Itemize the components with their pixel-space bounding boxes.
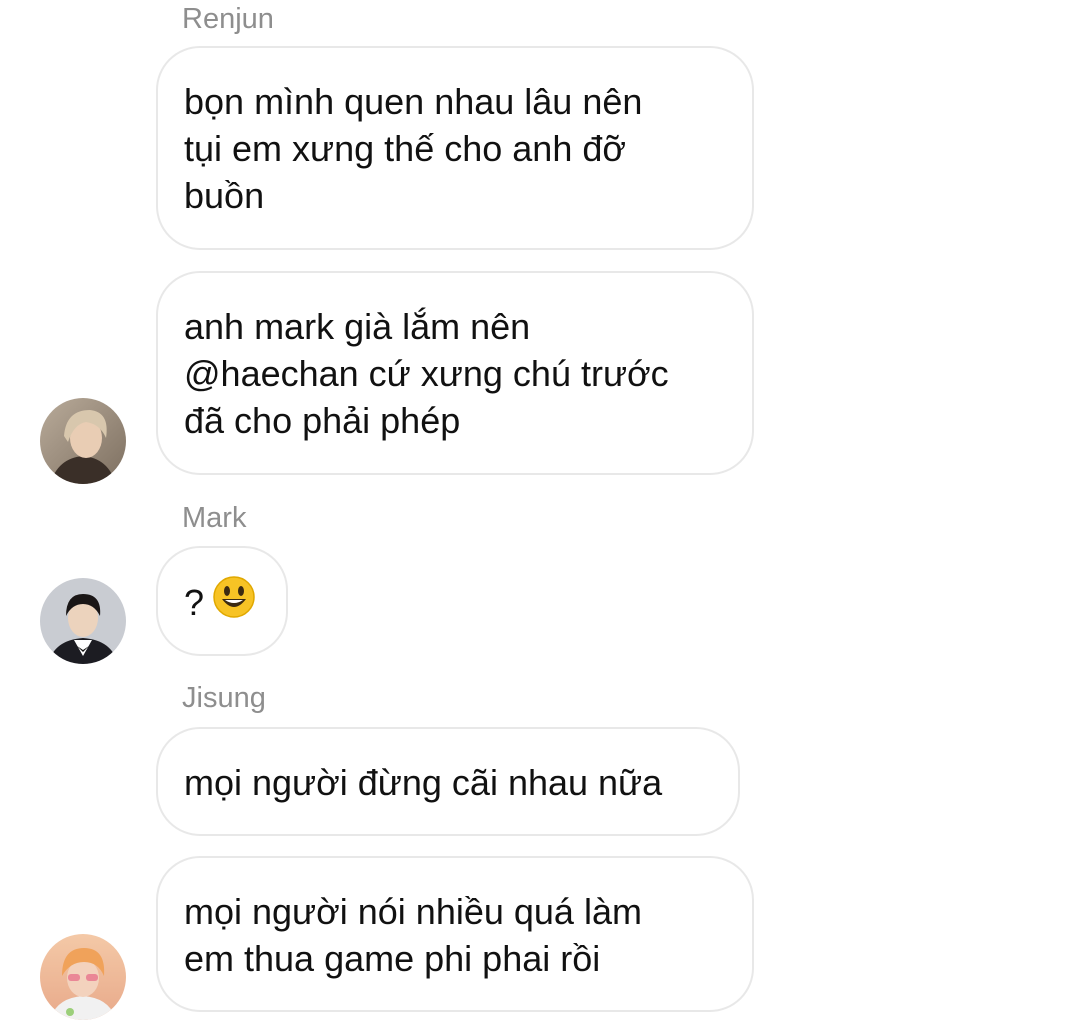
message-bubble[interactable]: mọi người đừng cãi nhau nữa	[156, 727, 740, 836]
message-bubble[interactable]: anh mark già lắm nên @haechan cứ xưng ch…	[156, 271, 754, 475]
message-line: anh mark già lắm nên	[184, 306, 531, 347]
message-bubble[interactable]: ?	[156, 546, 288, 656]
message-line: đã cho phải phép	[184, 400, 461, 441]
message-line: bọn mình quen nhau lâu nên	[184, 81, 643, 122]
message-text: ?	[184, 582, 205, 624]
message-line: mọi người nói nhiều quá làm	[184, 891, 642, 932]
renjun-avatar[interactable]	[40, 398, 126, 484]
message-line: buồn	[184, 175, 265, 216]
grinning-face-emoji	[212, 575, 256, 630]
message-line: tụi em xưng thế cho anh đỡ	[184, 128, 626, 169]
sender-name-mark: Mark	[182, 502, 247, 534]
sender-name-renjun: Renjun	[182, 3, 274, 35]
message-bubble[interactable]: bọn mình quen nhau lâu nên tụi em xưng t…	[156, 46, 754, 250]
mark-avatar[interactable]	[40, 578, 126, 664]
message-line: mọi người đừng cãi nhau nữa	[184, 762, 663, 803]
message-bubble[interactable]: mọi người nói nhiều quá làm em thua game…	[156, 856, 754, 1012]
message-line: em thua game phi phai rồi	[184, 938, 601, 979]
sender-name-jisung: Jisung	[182, 682, 266, 714]
message-line: @haechan cứ xưng chú trước	[184, 353, 669, 394]
jisung-avatar[interactable]	[40, 934, 126, 1020]
